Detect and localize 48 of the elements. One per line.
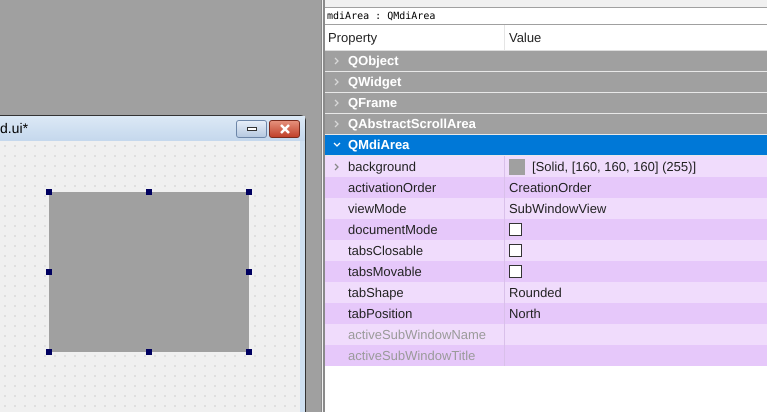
group-name: QWidget <box>348 73 402 92</box>
property-name: tabShape <box>348 284 404 302</box>
property-name: viewMode <box>348 200 407 218</box>
chevron-right-icon[interactable] <box>332 57 340 65</box>
chevron-down-icon[interactable] <box>332 141 340 149</box>
property-group-row[interactable]: QMdiArea <box>325 135 767 156</box>
resize-handle[interactable] <box>146 189 152 195</box>
group-name: QFrame <box>348 94 398 112</box>
resize-handle[interactable] <box>146 349 152 355</box>
chevron-right-icon[interactable] <box>332 120 340 128</box>
property-name: background <box>348 158 416 176</box>
group-name: QObject <box>348 52 399 70</box>
property-name: activeSubWindowTitle <box>348 346 476 365</box>
resize-handle[interactable] <box>46 189 52 195</box>
resize-handle[interactable] <box>246 269 252 275</box>
property-name: tabPosition <box>348 304 412 323</box>
close-button[interactable] <box>269 120 300 138</box>
close-icon <box>278 124 290 134</box>
resize-handle[interactable] <box>246 349 252 355</box>
chevron-right-icon[interactable] <box>332 78 340 86</box>
property-name: tabsMovable <box>348 262 422 281</box>
window-title: d.ui* <box>0 119 28 138</box>
column-header[interactable]: Value <box>505 25 767 50</box>
color-swatch[interactable] <box>509 158 525 174</box>
property-name: activationOrder <box>348 178 436 197</box>
column-header[interactable]: Property <box>325 25 505 50</box>
group-name: QMdiArea <box>348 136 410 154</box>
resize-handle[interactable] <box>246 189 252 195</box>
property-name: documentMode <box>348 220 438 239</box>
chevron-right-icon[interactable] <box>332 99 340 107</box>
checkbox[interactable] <box>509 223 522 236</box>
object-label: mdiArea : QMdiArea <box>327 10 436 24</box>
property-name: activeSubWindowName <box>348 326 486 344</box>
property-name: tabsClosable <box>348 242 424 260</box>
property-value[interactable]: Rounded <box>509 282 562 302</box>
property-value[interactable]: [Solid, [160, 160, 160] (255)] <box>532 156 696 176</box>
property-value[interactable]: CreationOrder <box>509 178 592 198</box>
minimize-button[interactable] <box>236 120 267 138</box>
resize-handle[interactable] <box>46 269 52 275</box>
checkbox[interactable] <box>509 244 522 257</box>
group-name: QAbstractScrollArea <box>348 115 476 134</box>
property-value[interactable]: North <box>509 304 541 324</box>
checkbox[interactable] <box>509 265 522 278</box>
minimize-icon <box>246 126 256 130</box>
chevron-right-icon[interactable] <box>332 162 340 170</box>
mdi-area-widget[interactable] <box>49 192 249 352</box>
resize-handle[interactable] <box>46 349 52 355</box>
property-value[interactable]: SubWindowView <box>509 198 606 218</box>
